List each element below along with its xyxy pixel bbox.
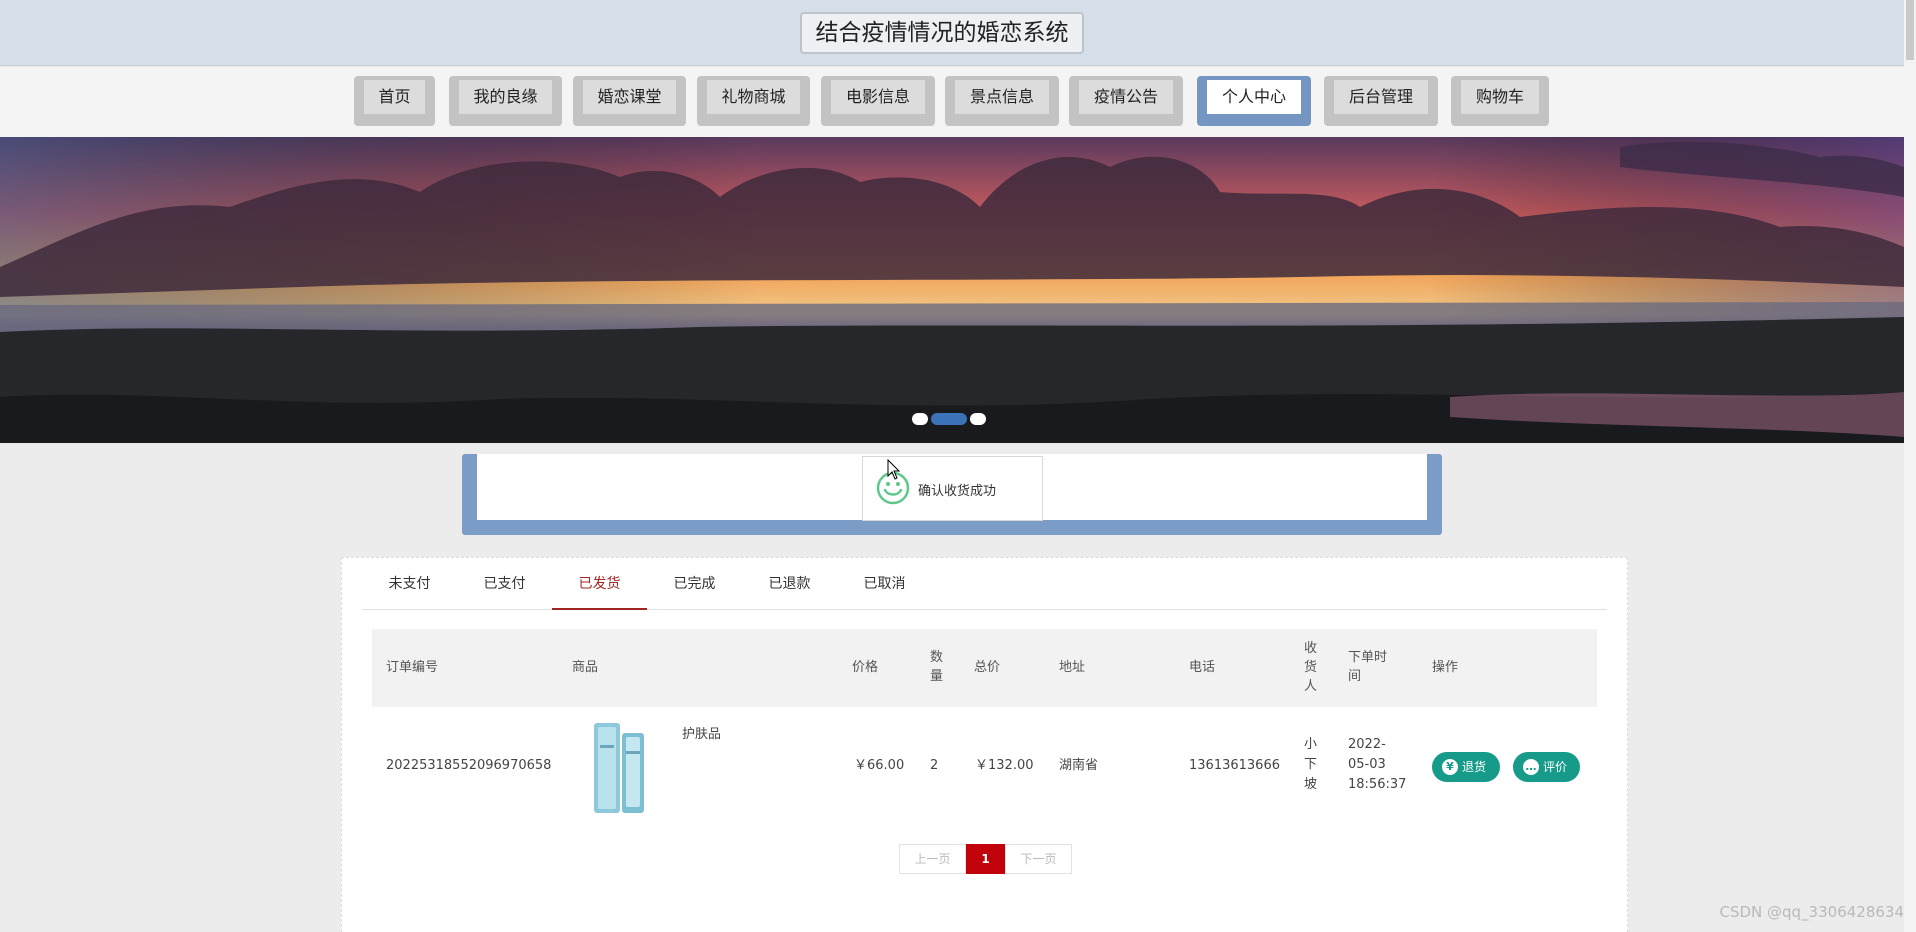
- order-time: 2022- 05-03 18:56:37: [1348, 737, 1407, 792]
- scrollbar-thumb[interactable]: [1906, 0, 1914, 60]
- nav-personal-center[interactable]: 个人中心: [1197, 76, 1311, 126]
- review-button[interactable]: … 评价: [1513, 752, 1580, 782]
- col-order-no: 订单编号: [386, 660, 439, 675]
- address: 湖南省: [1059, 758, 1099, 773]
- table-header: 订单编号 商品 价格 数 量 总价 地址 电话 收 货 人 下单时 间 操作: [372, 629, 1597, 707]
- nav-dating-class[interactable]: 婚恋课堂: [573, 76, 686, 126]
- nav-label: 疫情公告: [1079, 80, 1173, 114]
- nav-label: 景点信息: [955, 80, 1049, 114]
- col-product: 商品: [572, 660, 599, 675]
- nav-attractions[interactable]: 景点信息: [945, 76, 1059, 126]
- nav-label: 婚恋课堂: [583, 80, 676, 114]
- quantity: 2: [930, 758, 939, 773]
- toast-message: 确认收货成功: [918, 484, 997, 499]
- watermark: CSDN @qq_3306428634: [1719, 903, 1904, 921]
- nav-epidemic-notice[interactable]: 疫情公告: [1069, 76, 1183, 126]
- comment-icon: …: [1523, 759, 1539, 775]
- order-panel: 未支付 已支付 已发货 已完成 已退款 已取消 订单编号 商品 价格 数 量 总…: [341, 557, 1628, 932]
- nav-label: 购物车: [1461, 80, 1539, 114]
- nav-home[interactable]: 首页: [354, 76, 435, 126]
- price: ￥66.00: [854, 758, 905, 773]
- banner-carousel[interactable]: [0, 137, 1904, 443]
- nav-gift-mall[interactable]: 礼物商城: [697, 76, 810, 126]
- product-name[interactable]: 护肤品: [682, 725, 721, 745]
- nav-label: 个人中心: [1207, 80, 1301, 114]
- next-page-button[interactable]: 下一页: [1005, 844, 1072, 874]
- nav-admin[interactable]: 后台管理: [1324, 76, 1438, 126]
- receiver: 小 下 坡: [1304, 737, 1318, 792]
- tab-shipped[interactable]: 已发货: [552, 558, 647, 610]
- carousel-dot[interactable]: [970, 413, 986, 425]
- page-scrollbar[interactable]: [1904, 0, 1916, 932]
- nav-label: 我的良缘: [459, 80, 552, 114]
- sunset-banner-image: [0, 137, 1904, 443]
- table-row: 20225318552096970658 护肤品 ￥66.00 2 ￥132.0…: [372, 707, 1597, 825]
- mouse-cursor-icon: [887, 459, 901, 480]
- col-address: 地址: [1059, 660, 1086, 675]
- total-price: ￥132.00: [975, 758, 1034, 773]
- nav-label: 后台管理: [1334, 80, 1428, 114]
- main-nav: 首页 我的良缘 婚恋课堂 礼物商城 电影信息 景点信息 疫情公告 个人中心 后台…: [0, 67, 1904, 137]
- tab-completed[interactable]: 已完成: [647, 558, 742, 610]
- site-header: 结合疫情情况的婚恋系统: [0, 0, 1904, 66]
- nav-cart[interactable]: 购物车: [1451, 76, 1549, 126]
- col-quantity: 数 量: [930, 650, 944, 684]
- nav-label: 礼物商城: [707, 80, 800, 114]
- nav-my-match[interactable]: 我的良缘: [449, 76, 562, 126]
- site-title: 结合疫情情况的婚恋系统: [800, 12, 1084, 54]
- tab-refunded[interactable]: 已退款: [742, 558, 837, 610]
- col-order-time: 下单时 间: [1348, 650, 1388, 684]
- product-image[interactable]: [584, 717, 660, 817]
- carousel-dot[interactable]: [912, 413, 928, 425]
- phone: 13613613666: [1189, 758, 1280, 773]
- order-number: 20225318552096970658: [386, 758, 552, 773]
- yen-icon: ¥: [1442, 759, 1458, 775]
- tab-unpaid[interactable]: 未支付: [362, 558, 457, 610]
- col-phone: 电话: [1189, 660, 1216, 675]
- carousel-dot-active[interactable]: [931, 413, 967, 425]
- tab-paid[interactable]: 已支付: [457, 558, 552, 610]
- tab-cancelled[interactable]: 已取消: [837, 558, 932, 610]
- refund-button[interactable]: ¥ 退货: [1432, 752, 1500, 782]
- col-actions: 操作: [1432, 660, 1459, 675]
- order-status-tabs: 未支付 已支付 已发货 已完成 已退款 已取消: [362, 558, 1607, 610]
- refund-label: 退货: [1462, 760, 1487, 774]
- review-label: 评价: [1543, 760, 1568, 774]
- page-number-current[interactable]: 1: [966, 844, 1005, 874]
- nav-movie-info[interactable]: 电影信息: [821, 76, 935, 126]
- col-receiver: 收 货 人: [1304, 641, 1318, 694]
- col-price: 价格: [852, 660, 879, 675]
- nav-label: 首页: [364, 80, 425, 114]
- prev-page-button[interactable]: 上一页: [899, 844, 966, 874]
- nav-label: 电影信息: [831, 80, 925, 114]
- col-total: 总价: [974, 660, 1001, 675]
